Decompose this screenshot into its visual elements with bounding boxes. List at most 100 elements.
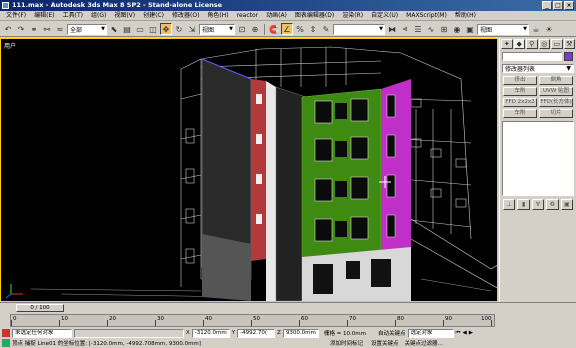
motion-tab-icon[interactable]: ◎ — [538, 39, 550, 49]
schematic-view-icon[interactable]: ⊞ — [438, 23, 450, 35]
rect-selection-icon[interactable]: ▭ — [134, 23, 146, 35]
configure-sets-icon[interactable]: ▣ — [560, 199, 574, 210]
menu-tools[interactable]: 工具(T) — [59, 11, 87, 21]
align-icon[interactable]: ⫷ — [399, 23, 411, 35]
menu-reactor[interactable]: reactor — [233, 11, 263, 21]
select-manipulate-icon[interactable]: ⊕ — [249, 23, 261, 35]
close-button[interactable]: × — [564, 1, 574, 10]
edit-named-selection-icon[interactable]: ✎ — [320, 23, 332, 35]
lathe-button-2[interactable]: 车削 — [503, 109, 537, 118]
ffd-2x2x2-button[interactable]: FFD 2x2x2 — [503, 98, 537, 107]
snap-toggle-icon[interactable]: 🧲 — [268, 23, 280, 35]
make-unique-icon[interactable]: ∀ — [531, 199, 545, 210]
render-scene-icon[interactable]: ▣ — [464, 23, 476, 35]
listener-icon[interactable] — [2, 339, 10, 347]
active-shade-icon[interactable]: ☀ — [543, 23, 555, 35]
menu-customize[interactable]: 自定义(U) — [367, 11, 402, 21]
link-icon[interactable]: ⚭ — [28, 23, 40, 35]
viewport-user[interactable]: 用户 — [0, 38, 498, 302]
menu-graph-editors[interactable]: 图表编辑器(D) — [291, 11, 338, 21]
goto-start-icon[interactable]: ⏮ — [456, 330, 461, 337]
object-name-field[interactable] — [502, 52, 562, 61]
auto-key-button[interactable]: 自动关键点 — [378, 329, 406, 337]
selection-filter-value: 全部 — [70, 26, 83, 34]
material-editor-icon[interactable]: ◉ — [451, 23, 463, 35]
menu-animation[interactable]: 动画(A) — [262, 11, 291, 21]
z-label: Z — [277, 330, 281, 336]
prompt-line: 顶点 捕捉 Line01 的坐标位置: [-3120.0mm, -4992.70… — [12, 341, 201, 347]
named-selection-dropdown[interactable]: ▼ — [333, 23, 385, 35]
uvw-map-button[interactable]: UVW 贴图 — [539, 87, 573, 96]
remove-modifier-icon[interactable]: ♻ — [546, 199, 559, 210]
menu-create[interactable]: 创建(C) — [139, 11, 168, 21]
curve-editor-icon[interactable]: ∿ — [425, 23, 437, 35]
key-mode-dropdown[interactable]: 选定对象 — [407, 328, 454, 338]
ruler-tick — [203, 320, 204, 326]
mirror-icon[interactable]: ⧓ — [386, 23, 398, 35]
left-lower-band — [202, 234, 251, 301]
modifier-list-dropdown[interactable]: 修改器列表 ▼ — [502, 64, 574, 73]
set-key-button[interactable]: 设置关键点 — [371, 339, 399, 347]
menu-rendering[interactable]: 渲染(R) — [338, 11, 367, 21]
pivot-center-icon[interactable]: ⊡ — [236, 23, 248, 35]
select-rotate-icon[interactable]: ↻ — [173, 23, 185, 35]
redo-icon[interactable]: ↷ — [15, 23, 27, 35]
select-object-icon[interactable]: ⬉ — [108, 23, 120, 35]
angle-snap-icon[interactable]: ∠ — [281, 23, 293, 35]
spinner-snap-icon[interactable]: ⇕ — [307, 23, 319, 35]
menu-maxscript[interactable]: MAXScript(M) — [402, 11, 451, 21]
menu-file[interactable]: 文件(F) — [2, 11, 30, 21]
undo-icon[interactable]: ↶ — [2, 23, 14, 35]
create-tab-icon[interactable]: ✦ — [501, 39, 513, 49]
select-by-name-icon[interactable]: ▤ — [121, 23, 133, 35]
select-scale-icon[interactable]: ⇲ — [186, 23, 198, 35]
hierarchy-tab-icon[interactable]: ⚲ — [526, 39, 538, 49]
modifier-stack-list[interactable] — [502, 121, 574, 196]
track-bar[interactable]: 0 10 20 30 40 50 60 70 80 90 100 — [10, 314, 495, 327]
menu-help[interactable]: 帮助(H) — [451, 11, 480, 21]
reference-coord-dropdown[interactable]: 视图 ▼ — [199, 23, 235, 35]
prev-frame-icon[interactable]: ◀ — [462, 330, 466, 336]
extrude-button[interactable]: 挤出 — [503, 76, 537, 85]
selection-status: 未选定任何对象 — [12, 328, 72, 338]
menu-character[interactable]: 角色(H) — [203, 11, 232, 21]
maximize-button[interactable]: □ — [553, 1, 563, 10]
y-coord-field[interactable]: -4992.70( — [237, 328, 276, 338]
percent-snap-icon[interactable]: % — [294, 23, 306, 35]
lathe-button[interactable]: 车削 — [503, 87, 537, 96]
unlink-icon[interactable]: ⚯ — [41, 23, 53, 35]
display-tab-icon[interactable]: ▭ — [551, 39, 563, 49]
time-slider-track[interactable] — [0, 302, 576, 312]
bind-spacewarp-icon[interactable]: ≈ — [54, 23, 66, 35]
menu-modifiers[interactable]: 修改器(O) — [168, 11, 203, 21]
pin-stack-icon[interactable]: ⊥ — [503, 199, 516, 210]
play-icon[interactable]: ▶ — [469, 330, 473, 336]
window-crossing-icon[interactable]: ◫ — [147, 23, 159, 35]
minimize-button[interactable]: _ — [542, 1, 552, 10]
select-move-icon[interactable]: ✥ — [160, 23, 172, 35]
x-coord-field[interactable]: -3120.0mm — [191, 328, 230, 338]
bevel-button[interactable]: 倒角 — [539, 76, 573, 85]
menu-views[interactable]: 视图(V) — [110, 11, 139, 21]
quick-render-icon[interactable]: ☕ — [530, 23, 542, 35]
slice-button[interactable]: 切片 — [539, 109, 573, 118]
ruler-tick — [347, 320, 348, 326]
show-end-result-icon[interactable]: ▮ — [517, 199, 530, 210]
chevron-down-icon: ▼ — [379, 26, 383, 32]
render-type-dropdown[interactable]: 视图 ▼ — [477, 23, 529, 35]
key-filters-button[interactable]: 关键点过滤器... — [405, 339, 443, 347]
layer-manager-icon[interactable]: ☰ — [412, 23, 424, 35]
object-color-swatch[interactable] — [564, 52, 573, 61]
viewport-label[interactable]: 用户 — [4, 41, 16, 50]
modify-tab-icon[interactable]: ◆ — [513, 39, 525, 49]
ruler-label: 20 — [109, 316, 116, 322]
menu-group[interactable]: 组(G) — [87, 11, 110, 21]
selection-filter-dropdown[interactable]: 全部 ▼ — [67, 23, 107, 35]
utilities-tab-icon[interactable]: ⚒ — [563, 39, 575, 49]
maxscript-listener-icon[interactable] — [2, 329, 10, 337]
time-slider-thumb[interactable]: 0 / 100 — [16, 304, 64, 312]
add-time-tag[interactable]: 添加时间标记 — [330, 339, 363, 347]
menu-edit[interactable]: 编辑(E) — [30, 11, 58, 21]
z-coord-field[interactable]: 9300.0mm — [282, 328, 319, 338]
ffd-box-button[interactable]: FFD(长方体) — [539, 98, 573, 107]
